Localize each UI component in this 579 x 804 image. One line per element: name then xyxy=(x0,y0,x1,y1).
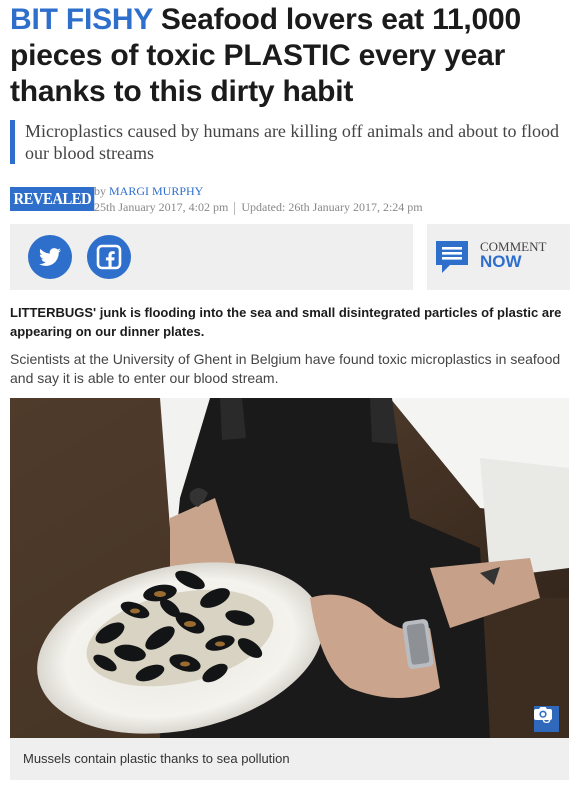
photo-caption-text: Mussels contain plastic thanks to sea po… xyxy=(23,751,290,766)
byline-meta: by MARGI MURPHY 25th January 2017, 4:02 … xyxy=(94,183,423,215)
facebook-share-button[interactable] xyxy=(87,235,131,279)
headline-kicker: BIT FISHY xyxy=(10,3,153,36)
article-page: BIT FISHY Seafood lovers eat 11,000 piec… xyxy=(0,0,579,804)
twitter-share-button[interactable] xyxy=(28,235,72,279)
share-bar: COMMENT NOW xyxy=(10,224,570,290)
camera-icon xyxy=(534,707,553,720)
byline-prefix: by xyxy=(94,184,106,198)
comment-now-button[interactable]: COMMENT NOW xyxy=(434,224,570,290)
article-standfirst: Microplastics caused by humans are killi… xyxy=(10,120,565,164)
revealed-badge: REVEALED xyxy=(10,187,95,211)
twitter-bird-icon xyxy=(39,248,61,266)
share-divider xyxy=(413,224,427,290)
published-date: 25th January 2017, 4:02 pm xyxy=(94,200,229,214)
article-headline: BIT FISHY Seafood lovers eat 11,000 piec… xyxy=(10,2,570,110)
updated-date: Updated: 26th January 2017, 2:24 pm xyxy=(241,200,423,214)
facebook-f-icon xyxy=(96,244,122,270)
article-lead: LITTERBUGS' junk is flooding into the se… xyxy=(10,305,562,339)
byline-row: REVEALED by MARGI MURPHY 25th January 20… xyxy=(10,180,569,216)
mussels-photo-illustration xyxy=(10,398,569,738)
article-photo[interactable]: 3 xyxy=(10,398,569,738)
photo-gallery-button[interactable]: 3 xyxy=(534,706,559,732)
photo-caption: Mussels contain plastic thanks to sea po… xyxy=(10,738,569,780)
comment-label-bottom: NOW xyxy=(480,252,522,271)
date-divider xyxy=(234,201,236,215)
author-link[interactable]: MARGI MURPHY xyxy=(109,184,203,198)
article-paragraph: Scientists at the University of Ghent in… xyxy=(10,351,561,386)
comment-bubble-icon xyxy=(436,241,468,273)
